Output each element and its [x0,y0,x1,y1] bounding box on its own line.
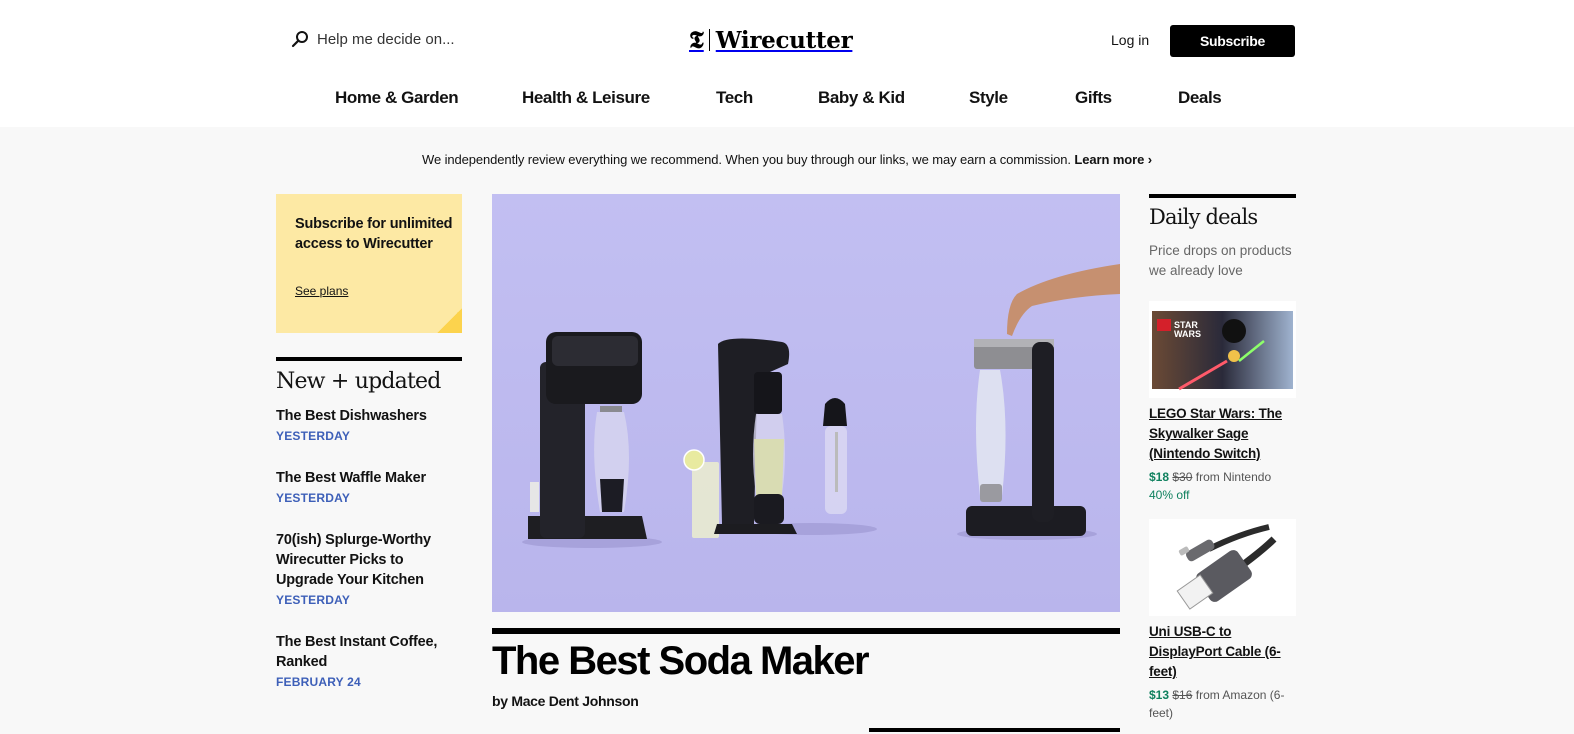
section-heading: New + updated [276,369,441,394]
section-rule [1149,194,1296,198]
search-input[interactable] [317,30,517,48]
game-cover-art: STAR WARS [1149,301,1296,398]
feature-hero-image[interactable] [492,194,1120,612]
promo-title: Subscribe for unlimited access to Wirecu… [295,216,453,252]
deal-image-lego-star-wars: STAR WARS [1149,301,1296,398]
soda-makers-illustration [492,194,1120,612]
logo-divider [708,29,710,51]
deal-image-usb-c-cable [1149,519,1296,616]
section-subheading: Price drops on products we already love [1149,243,1292,278]
nav-home-garden[interactable]: Home & Garden [335,88,459,108]
nav-health-leisure[interactable]: Health & Leisure [522,88,650,108]
learn-more-link[interactable]: Learn more › [1074,152,1152,167]
login-link[interactable]: Log in [1111,32,1149,48]
daily-deals-section: Daily deals Price drops on products we a… [1149,194,1296,722]
search-icon [291,31,308,48]
new-updated-section: New + updated The Best Dishwashers YESTE… [276,357,462,689]
deal-item[interactable]: STAR WARS LEGO Star Wars: The Skywalker … [1149,301,1296,504]
nav-gifts[interactable]: Gifts [1075,88,1112,108]
next-section-rule [869,728,1120,732]
list-item-title: The Best Waffle Maker [276,470,426,486]
svg-text:WARS: WARS [1174,329,1201,339]
deal-current-price: $13 [1149,688,1170,702]
list-item-title: The Best Instant Coffee, Ranked [276,634,438,670]
list-item-date: YESTERDAY [276,593,351,607]
nyt-logo-mark: 𝕿 [689,25,704,54]
section-heading: Daily deals [1149,205,1258,229]
nav-baby-kid[interactable]: Baby & Kid [818,88,905,108]
wirecutter-logo[interactable]: 𝕿 Wirecutter [689,25,853,55]
list-item[interactable]: 70(ish) Splurge-Worthy Wirecutter Picks … [276,530,462,607]
list-item[interactable]: The Best Waffle Maker YESTERDAY [276,468,462,505]
article-byline: by Mace Dent Johnson [492,693,639,709]
list-item-date: YESTERDAY [276,429,351,443]
deal-source: from Amazon (6-feet) [1149,688,1285,720]
main-nav: Home & Garden Health & Leisure Tech Baby… [0,88,1574,110]
deal-current-price: $18 [1149,470,1170,484]
deal-item[interactable]: Uni USB-C to DisplayPort Cable (6-feet) … [1149,519,1296,722]
site-header: 𝕿 Wirecutter Log in Subscribe Home & Gar… [0,0,1574,127]
deal-original-price: $16 [1172,688,1193,702]
list-item-date: FEBRUARY 24 [276,675,361,689]
subscribe-promo-card: Subscribe for unlimited access to Wirecu… [276,194,462,333]
deal-name: LEGO Star Wars: The Skywalker Sage (Nint… [1149,406,1282,461]
nav-tech[interactable]: Tech [716,88,753,108]
list-item-title: The Best Dishwashers [276,408,427,424]
search-bar[interactable] [291,30,517,48]
deal-price: $18 $30 from Nintendo [1149,468,1296,486]
list-item-title: 70(ish) Splurge-Worthy Wirecutter Picks … [276,532,431,588]
subscribe-button[interactable]: Subscribe [1170,25,1295,57]
section-rule [276,357,462,361]
deal-original-price: $30 [1172,470,1193,484]
list-item[interactable]: The Best Dishwashers YESTERDAY [276,406,462,443]
logo-wordmark: Wirecutter [715,26,853,54]
nav-style[interactable]: Style [969,88,1008,108]
page-curl-decoration [437,308,462,333]
deal-price: $13 $16 from Amazon (6-feet) [1149,686,1296,722]
deal-name: Uni USB-C to DisplayPort Cable (6-feet) [1149,624,1281,679]
cable-product-photo [1149,519,1296,616]
disclosure-text: We independently review everything we re… [422,152,1071,167]
deal-discount: 40% off [1149,488,1190,502]
article-rule [492,628,1120,634]
list-item-date: YESTERDAY [276,491,351,505]
affiliate-disclosure: We independently review everything we re… [0,152,1574,167]
see-plans-link[interactable]: See plans [295,284,348,298]
list-item[interactable]: The Best Instant Coffee, Ranked FEBRUARY… [276,632,462,689]
nav-deals[interactable]: Deals [1178,88,1222,108]
article-title[interactable]: The Best Soda Maker [492,639,870,684]
deal-source: from Nintendo [1195,470,1272,484]
